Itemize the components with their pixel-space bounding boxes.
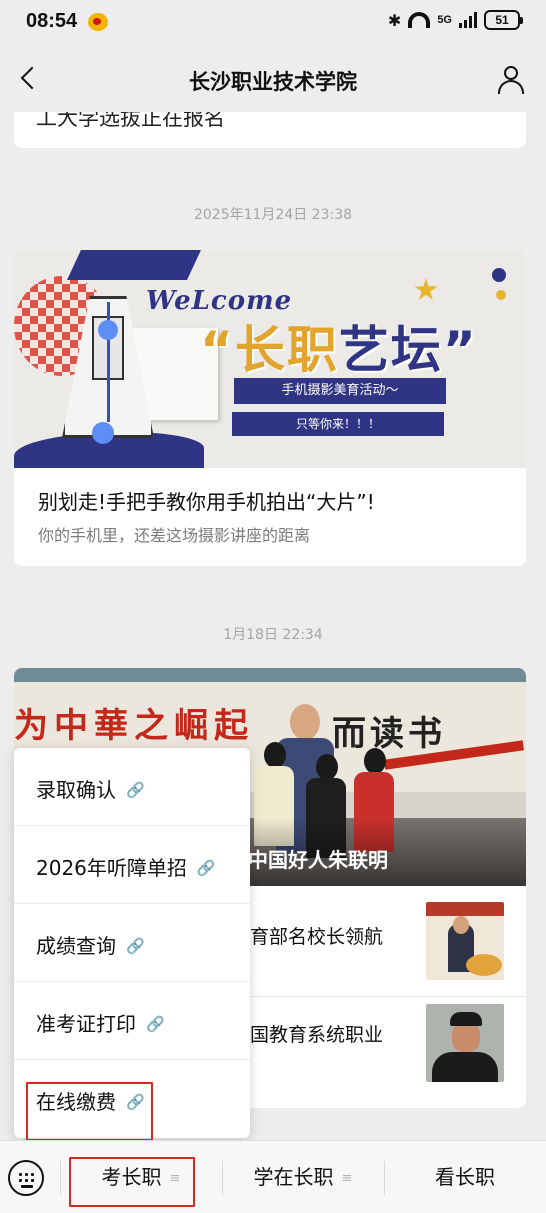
battery-icon: 51 (484, 10, 523, 30)
status-time: 08:54 (26, 10, 78, 32)
highlight-box (69, 1157, 195, 1207)
star-icon (414, 278, 438, 300)
post-timestamp: 2025年11月24日 23:38 (193, 207, 353, 223)
menu-item-admit-card-print[interactable]: 准考证打印 🔗 (14, 982, 250, 1060)
link-icon: 🔗 (196, 859, 216, 877)
post-timestamp: 1月18日 22:34 (223, 627, 323, 643)
list-item-title: 国教育系统职业 (250, 1024, 384, 1046)
status-icons: ✱ 5G 51 (387, 10, 523, 30)
link-icon: 🔗 (126, 781, 145, 799)
menu-item-label: 录取确认 (36, 778, 116, 802)
menu-item-label: 2026年听障单招 (36, 856, 187, 880)
weibo-notification-icon (88, 13, 108, 31)
menu-item-score-query[interactable]: 成绩查询 🔗 (14, 904, 250, 982)
submenu-icon: ≡ (341, 1171, 353, 1186)
highlight-box (26, 1082, 153, 1141)
divider (244, 996, 526, 997)
bluetooth-icon: ✱ (387, 10, 402, 30)
photo-caption: 中国好人朱联明 (248, 848, 388, 872)
profile-button[interactable] (496, 64, 526, 94)
link-icon: 🔗 (146, 1015, 165, 1033)
page-title: 长沙职业技术学院 (189, 70, 357, 94)
menu-item-admission-confirm[interactable]: 录取确认 🔗 (14, 748, 250, 826)
menu-item-label: 准考证打印 (36, 1012, 136, 1036)
previous-article-card[interactable]: 工大学选拔正在报名 (14, 112, 526, 148)
article-title: 别划走!手把手教你用手机拍出“大片”! (38, 490, 375, 514)
profile-icon-body (498, 80, 524, 94)
list-item-thumbnail (426, 1004, 504, 1082)
tab-kan-changzhi[interactable]: 看长职 (384, 1141, 546, 1213)
signal-icon (459, 12, 477, 28)
banner-subtitle-2: 只等你来！！！ (232, 412, 444, 436)
list-item-thumbnail (426, 902, 504, 980)
article-description: 你的手机里，还差这场摄影讲座的距离 (38, 526, 311, 545)
tab-popup-menu: 录取确认 🔗 2026年听障单招 🔗 成绩查询 🔗 准考证打印 🔗 在线缴费 🔗 (14, 748, 250, 1138)
banner-headline: “长职艺坛” (200, 321, 478, 379)
link-icon: 🔗 (126, 937, 145, 955)
keyboard-icon[interactable] (8, 1160, 44, 1196)
menu-item-hearing-impaired-admission[interactable]: 2026年听障单招 🔗 (14, 826, 250, 904)
profile-icon-head (504, 66, 518, 80)
photo-slogan: 为中華之崛起 (14, 706, 254, 746)
tab-label: 看长职 (435, 1165, 495, 1189)
tab-label: 学在长职 (253, 1165, 334, 1189)
top-nav-bar: 长沙职业技术学院 (0, 46, 546, 112)
banner-subtitle: 手机摄影美育活动～ (234, 378, 446, 404)
tab-xue-zai-changzhi[interactable]: 学在长职 ≡ (222, 1141, 384, 1213)
menu-item-label: 成绩查询 (36, 934, 116, 958)
list-item-title: 育部名校长领航 (250, 926, 384, 948)
article-cover-image: WeLcome “长职艺坛” 手机摄影美育活动～ 只等你来！！！ (14, 250, 526, 468)
wifi-icon (408, 12, 431, 28)
network-type: 5G (437, 14, 452, 26)
article-card[interactable]: WeLcome “长职艺坛” 手机摄影美育活动～ 只等你来！！！ 别划走!手把手… (14, 250, 526, 566)
previous-article-title: 工大学选拔正在报名 (36, 112, 225, 130)
status-bar: 08:54 ✱ 5G 51 (0, 0, 546, 46)
